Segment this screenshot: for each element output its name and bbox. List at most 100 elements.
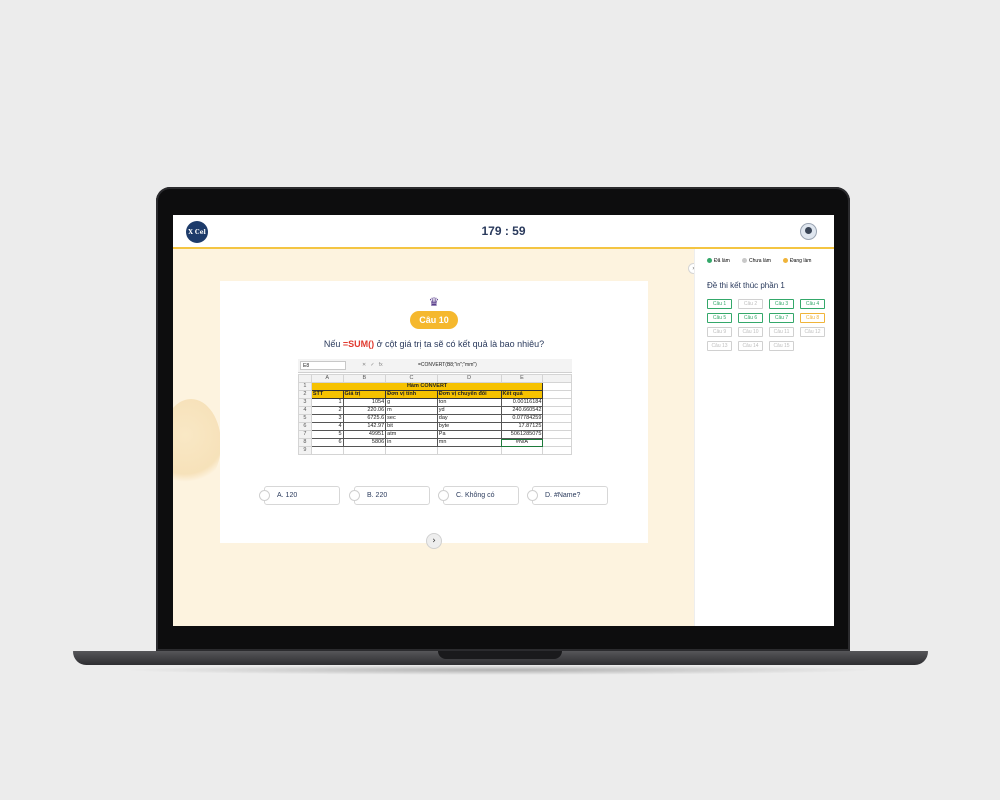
next-question-button[interactable]: › — [426, 533, 442, 549]
empty-cell — [542, 422, 572, 431]
app-screen: X Cel 179 : 59 ♛ Câu 10 Nếu =SUM() ở cột… — [173, 215, 834, 626]
table-row: 6 4 142.97 bit byte 17.87125 — [298, 422, 572, 431]
question-card: ♛ Câu 10 Nếu =SUM() ở cột giá trị ta sẽ … — [220, 281, 648, 549]
question-nav-button[interactable]: Câu 2 — [738, 299, 763, 309]
cell-unit-to: Pa — [436, 430, 502, 439]
exam-section-title: Đề thi kết thúc phần 1 — [707, 281, 785, 290]
status-dot-icon — [707, 258, 712, 263]
question-nav-button[interactable]: Câu 15 — [769, 341, 794, 351]
row-header: 7 — [298, 430, 312, 439]
question-nav-button[interactable]: Câu 11 — [769, 327, 794, 337]
radio-icon[interactable] — [438, 490, 449, 501]
cell-value: 5806 — [342, 438, 387, 447]
question-nav-button[interactable]: Câu 10 — [738, 327, 763, 337]
countdown-timer: 179 : 59 — [481, 224, 526, 238]
cell-result: 0.00116184 — [500, 398, 544, 407]
cell-unit-from: g — [385, 398, 438, 407]
row-header: 2 — [298, 390, 312, 399]
table-row: 3 1 1054 g ton 0.00116184 — [298, 398, 572, 407]
legend-item-current: Đang làm — [783, 257, 811, 265]
question-nav-button[interactable]: Câu 14 — [738, 341, 763, 351]
radio-icon[interactable] — [349, 490, 360, 501]
cell-value: 1054 — [342, 398, 387, 407]
cell-unit-to: byte — [436, 422, 502, 431]
header-cell: STT — [310, 390, 344, 399]
cell-unit-to: ton — [436, 398, 502, 407]
row-header: 4 — [298, 406, 312, 415]
cell-unit-to: yd — [436, 406, 502, 415]
legend-label: Chưa làm — [749, 258, 771, 264]
spreadsheet-grid: A B C D E 1 Hàm CONVERT 2 STT Giá trị Đơ… — [298, 374, 572, 455]
cell-value: 142.97 — [342, 422, 387, 431]
answer-label: D. #Name? — [545, 492, 581, 499]
radio-icon[interactable] — [259, 490, 270, 501]
question-navigator: Câu 1 Câu 2 Câu 3 Câu 4 Câu 5 Câu 6 Câu 7 Câu 8… — [707, 299, 832, 359]
column-header-row: A B C D E — [298, 374, 572, 383]
question-nav-button[interactable]: Câu 7 — [769, 313, 794, 323]
empty-cell — [542, 430, 572, 439]
header-cell: Kết quả — [500, 390, 544, 399]
cell-value: 49951 — [342, 430, 387, 439]
status-legend: Đã làm Chưa làm Đang làm — [707, 257, 832, 267]
cell-result: 5061285075 — [500, 430, 544, 439]
column-header: A — [310, 374, 344, 383]
answer-option-c[interactable]: C. Không có — [438, 486, 519, 505]
question-text-before: Nếu — [323, 339, 343, 349]
empty-cell — [542, 382, 572, 391]
legend-label: Đã làm — [714, 258, 730, 264]
cell-unit-from: m — [385, 406, 438, 415]
question-nav-button[interactable]: Câu 13 — [707, 341, 732, 351]
cell-stt: 6 — [310, 438, 344, 447]
question-nav-button[interactable]: Câu 1 — [707, 299, 732, 309]
cell-unit-to: day — [436, 414, 502, 423]
question-text: Nếu =SUM() ở cột giá trị ta sẽ có kết qu… — [220, 339, 648, 349]
user-avatar[interactable] — [800, 223, 817, 240]
row-header: 6 — [298, 422, 312, 431]
cell-result: 0.07784259 — [500, 414, 544, 423]
cell-unit-from: in — [385, 438, 438, 447]
legend-item-todo: Chưa làm — [742, 257, 771, 265]
cell-unit-from: bit — [385, 422, 438, 431]
cell-stt: 1 — [310, 398, 344, 407]
answer-option-b[interactable]: B. 220 — [349, 486, 430, 505]
answer-option-d[interactable]: D. #Name? — [527, 486, 608, 505]
header-cell: Đơn vị tính — [385, 390, 438, 399]
sheet-title-cell: Hàm CONVERT — [310, 382, 544, 391]
legend-item-done: Đã làm — [707, 257, 730, 265]
question-nav-button[interactable]: Câu 12 — [800, 327, 825, 337]
question-nav-button[interactable]: Câu 8 — [800, 313, 825, 323]
empty-cell — [385, 446, 438, 455]
question-nav-button[interactable]: Câu 9 — [707, 327, 732, 337]
radio-icon[interactable] — [527, 490, 538, 501]
row-header: 1 — [298, 382, 312, 391]
empty-cell — [542, 398, 572, 407]
question-nav-button[interactable]: Câu 4 — [800, 299, 825, 309]
empty-cell — [342, 446, 387, 455]
cell-result: 240.660542 — [500, 406, 544, 415]
question-area: ♛ Câu 10 Nếu =SUM() ở cột giá trị ta sẽ … — [173, 249, 694, 626]
cell-stt: 2 — [310, 406, 344, 415]
empty-cell — [542, 406, 572, 415]
question-nav-button[interactable]: Câu 3 — [769, 299, 794, 309]
corner-cell — [298, 374, 312, 383]
column-header: D — [436, 374, 502, 383]
table-row: 2 STT Giá trị Đơn vị tính Đơn vị chuyển … — [298, 390, 572, 399]
cell-value: 6725.6 — [342, 414, 387, 423]
question-nav-button[interactable]: Câu 5 — [707, 313, 732, 323]
answer-option-a[interactable]: A. 120 — [259, 486, 340, 505]
question-nav-button[interactable]: Câu 6 — [738, 313, 763, 323]
row-header: 5 — [298, 414, 312, 423]
column-header: E — [500, 374, 544, 383]
formula-text: =CONVERT(B8;"in";"mm") — [418, 362, 477, 368]
table-row: 8 6 5806 in mn #N/A — [298, 438, 572, 447]
cell-unit-to: mn — [436, 438, 502, 447]
cell-unit-from: atm — [385, 430, 438, 439]
mascot-illustration — [173, 399, 221, 489]
answer-label: C. Không có — [456, 492, 495, 499]
formula-icons: ✕ ✓ fx — [362, 362, 383, 368]
table-row: 7 5 49951 atm Pa 5061285075 — [298, 430, 572, 439]
question-number-badge: Câu 10 — [410, 311, 458, 329]
cell-stt: 4 — [310, 422, 344, 431]
status-dot-icon — [783, 258, 788, 263]
cell-result: 17.87125 — [500, 422, 544, 431]
